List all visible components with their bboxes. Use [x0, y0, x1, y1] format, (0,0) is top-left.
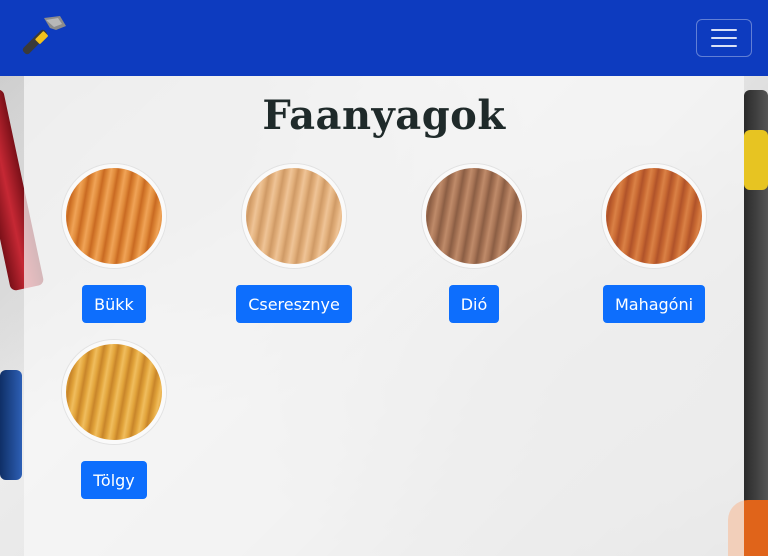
wood-card-dio: Dió [384, 164, 564, 323]
hamburger-menu-icon [711, 29, 737, 31]
navbar-toggler-button[interactable] [696, 19, 752, 57]
wood-card-bukk: Bükk [24, 164, 204, 323]
wood-sample-image [62, 340, 166, 444]
wood-sample-image [62, 164, 166, 268]
wood-button-mahagoni[interactable]: Mahagóni [602, 285, 706, 323]
wood-button-bukk[interactable]: Bükk [82, 285, 146, 323]
wood-card-cseresznye: Cseresznye [204, 164, 384, 323]
page-title: Faanyagok [262, 92, 506, 139]
wood-button-dio[interactable]: Dió [448, 285, 500, 323]
brand-link[interactable] [16, 12, 68, 64]
wood-sample-image [602, 164, 706, 268]
wood-button-cseresznye[interactable]: Cseresznye [236, 285, 352, 323]
wood-card-mahagoni: Mahagóni [564, 164, 744, 323]
wood-sample-image [242, 164, 346, 268]
background-decoration [744, 130, 768, 190]
wood-card-tolgy: Tölgy [24, 340, 204, 499]
hammer-icon [22, 16, 66, 55]
wood-sample-image [422, 164, 526, 268]
wood-button-tolgy[interactable]: Tölgy [81, 461, 147, 499]
background-decoration [0, 370, 22, 480]
navbar [0, 0, 768, 76]
